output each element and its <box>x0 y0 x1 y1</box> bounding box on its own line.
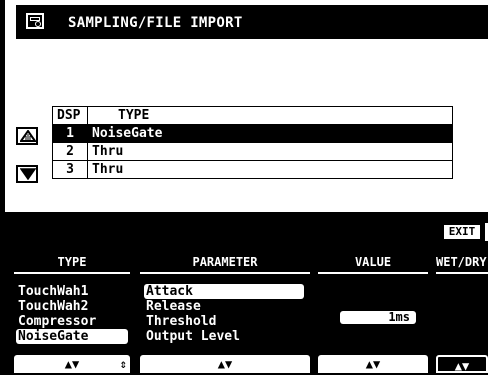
disk-icon <box>26 13 44 29</box>
dsp-type: NoiseGate <box>87 124 453 143</box>
type-divider <box>14 272 130 274</box>
type-option[interactable]: TouchWah1 <box>16 284 128 299</box>
wetdry-arrow-button[interactable]: ▲▼ <box>436 355 488 373</box>
dsp-number: 3 <box>52 160 88 179</box>
value-divider <box>318 272 428 274</box>
type-option-selected[interactable]: NoiseGate <box>16 329 128 344</box>
value-arrow-button[interactable]: ▲▼ <box>318 355 428 373</box>
type-list: TouchWah1 TouchWah2 Compressor NoiseGate <box>16 284 128 344</box>
scroll-down-icon <box>20 168 36 180</box>
parameter-arrow-button[interactable]: ▲▼ <box>140 355 310 373</box>
type-arrow-button[interactable]: ▲▼ ⇕ <box>14 355 130 373</box>
scroll-up-icon <box>20 130 36 142</box>
value-header: VALUE <box>354 255 392 269</box>
scroll-down-button[interactable] <box>16 165 38 183</box>
wetdry-divider <box>436 272 488 274</box>
dsp-type: Thru <box>87 160 453 179</box>
dsp-column-header: DSP <box>52 106 88 125</box>
up-down-arrow-icon: ▲▼ <box>454 359 470 373</box>
dsp-row-2[interactable]: 2 Thru <box>52 142 453 161</box>
dsp-row-3[interactable]: 3 Thru <box>52 160 453 179</box>
parameter-option-selected[interactable]: Attack <box>144 284 304 299</box>
exit-button[interactable]: EXIT <box>442 223 482 241</box>
scroll-up-button[interactable] <box>16 127 38 145</box>
type-option[interactable]: Compressor <box>16 314 128 329</box>
parameter-divider <box>140 272 310 274</box>
spin-icon: ⇕ <box>119 357 127 371</box>
value-display: 1ms <box>340 311 416 324</box>
parameter-option[interactable]: Release <box>144 299 304 314</box>
dsp-row-1[interactable]: 1 NoiseGate <box>52 124 453 143</box>
up-down-arrow-icon: ▲▼ <box>217 357 233 371</box>
up-down-arrow-icon: ▲▼ <box>365 357 381 371</box>
dsp-number: 2 <box>52 142 88 161</box>
dsp-table-header: DSP TYPE <box>52 106 453 125</box>
dsp-table: DSP TYPE 1 NoiseGate 2 Thru 3 Thru <box>52 106 453 179</box>
parameter-option[interactable]: Threshold <box>144 314 304 329</box>
title-bar: SAMPLING/FILE IMPORT <box>16 5 488 39</box>
dsp-type: Thru <box>87 142 453 161</box>
type-header: TYPE <box>57 255 87 269</box>
type-column-header: TYPE <box>87 106 453 125</box>
parameter-option[interactable]: Output Level <box>144 329 304 344</box>
parameter-header: PARAMETER <box>192 255 258 269</box>
up-down-arrow-icon: ▲▼ <box>64 357 80 371</box>
dsp-number: 1 <box>52 124 88 143</box>
type-option[interactable]: TouchWah2 <box>16 299 128 314</box>
wetdry-header: WET/DRY <box>436 255 487 269</box>
page-title: SAMPLING/FILE IMPORT <box>68 15 243 31</box>
parameter-list: Attack Release Threshold Output Level <box>144 284 304 344</box>
screen: SAMPLING/FILE IMPORT DSP TYPE 1 NoiseGat… <box>0 0 488 373</box>
